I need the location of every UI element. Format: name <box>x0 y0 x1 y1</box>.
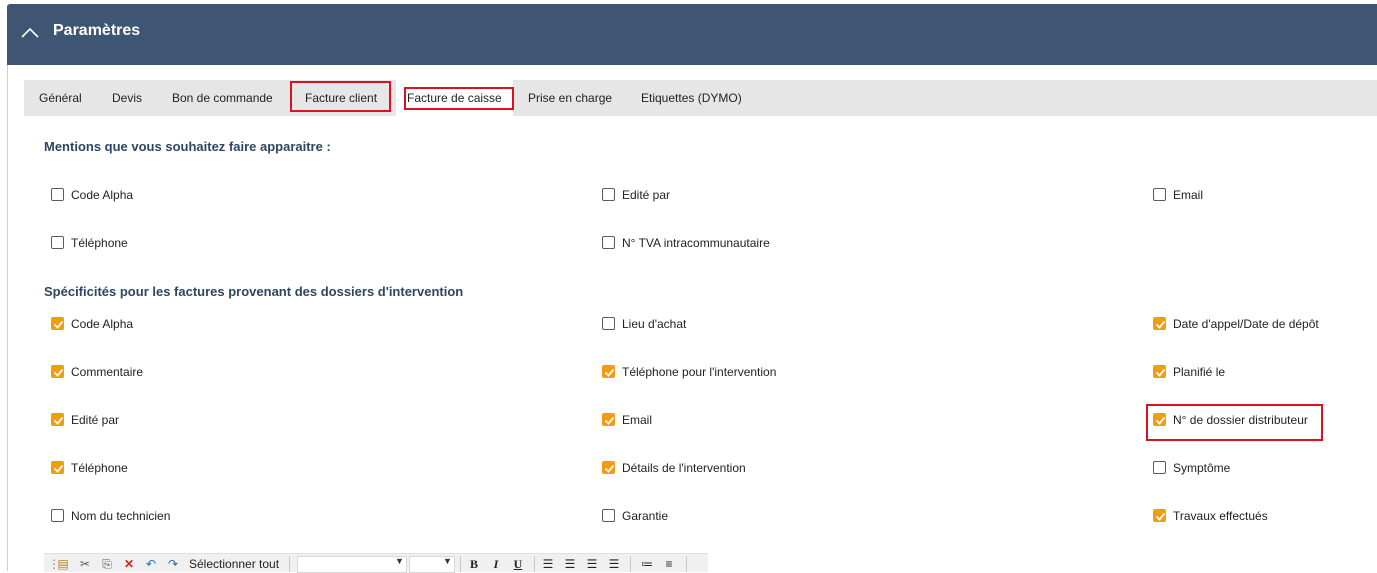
numbered-list-icon[interactable]: ≡ <box>662 556 676 572</box>
checkbox-label: Email <box>622 413 653 427</box>
chevron-down-icon[interactable]: ▼ <box>395 556 404 566</box>
checkbox[interactable] <box>51 509 64 522</box>
checkbox[interactable] <box>602 413 615 426</box>
checkbox-label: Commentaire <box>71 365 144 379</box>
font-family-dropdown[interactable] <box>297 556 407 573</box>
checkbox-label: N° de dossier distributeur <box>1173 413 1308 427</box>
panel-left-border <box>7 65 8 571</box>
checkbox-label: Symptôme <box>1173 461 1231 475</box>
panel-header[interactable]: Paramètres <box>7 4 1377 65</box>
underline-button[interactable]: U <box>511 556 525 572</box>
tab-facture-client[interactable]: Facture client <box>305 80 377 116</box>
checkbox-label: Edité par <box>622 188 671 202</box>
section-title-specificites: Spécificités pour les factures provenant… <box>44 284 464 299</box>
panel-title: Paramètres <box>53 22 141 39</box>
cut-icon[interactable]: ✂ <box>78 556 92 572</box>
italic-button[interactable]: I <box>489 556 503 572</box>
toolbar-separator <box>534 556 535 572</box>
checkbox[interactable] <box>1153 317 1166 330</box>
chevron-up-icon[interactable] <box>19 22 41 44</box>
checkbox[interactable] <box>602 509 615 522</box>
checkbox[interactable] <box>51 317 64 330</box>
checkbox[interactable] <box>1153 509 1166 522</box>
justify-icon[interactable]: ☰ <box>607 556 621 572</box>
tab-devis[interactable]: Devis <box>112 80 142 116</box>
tab-label: Facture de caisse <box>407 91 502 105</box>
checkbox-label: Téléphone <box>71 461 128 475</box>
tab-label: Devis <box>112 91 143 105</box>
tab-general[interactable]: Général <box>39 80 82 116</box>
tab-label: Général <box>39 91 82 105</box>
tab-facture-de-caisse[interactable]: Facture de caisse <box>396 80 513 116</box>
checkbox[interactable] <box>51 236 64 249</box>
tab-label: Facture client <box>305 91 378 105</box>
toolbar-separator <box>686 556 687 572</box>
checkbox-label: Edité par <box>71 413 120 427</box>
checkbox-label: Téléphone pour l'intervention <box>622 365 777 379</box>
chevron-down-icon[interactable]: ▼ <box>443 556 452 566</box>
tab-bon-de-commande[interactable]: Bon de commande <box>172 80 273 116</box>
checkbox[interactable] <box>602 236 615 249</box>
toolbar-separator <box>630 556 631 572</box>
checkbox[interactable] <box>602 461 615 474</box>
tab-etiquettes-dymo[interactable]: Etiquettes (DYMO) <box>641 80 742 116</box>
checkbox-label: Travaux effectués <box>1173 509 1268 523</box>
checkbox-label: Email <box>1173 188 1204 202</box>
tab-bar: Général Devis Bon de commande Facture cl… <box>24 80 1377 116</box>
checkbox-label: Nom du technicien <box>71 509 171 523</box>
checkbox-label: Code Alpha <box>71 188 134 202</box>
checkbox[interactable] <box>1153 188 1166 201</box>
checkbox[interactable] <box>1153 365 1166 378</box>
checkbox-label: Code Alpha <box>71 317 134 331</box>
checkbox-label: Téléphone <box>71 236 128 250</box>
section-title-mentions: Mentions que vous souhaitez faire appara… <box>44 139 331 154</box>
paste-icon[interactable]: ▤ <box>56 556 70 572</box>
toolbar-separator <box>289 556 290 572</box>
checkbox[interactable] <box>51 461 64 474</box>
editor-toolbar: ⋮ ▤ ✂ ⎘ ✕ ↶ ↷ Sélectionner tout ▼ ▼ B I … <box>44 553 708 573</box>
select-all-button[interactable]: Sélectionner tout <box>189 556 279 572</box>
checkbox[interactable] <box>51 365 64 378</box>
checkbox-label: Lieu d'achat <box>622 317 687 331</box>
checkbox[interactable] <box>602 365 615 378</box>
tab-label: Etiquettes (DYMO) <box>641 91 742 105</box>
tab-label: Prise en charge <box>528 91 613 105</box>
toolbar-separator <box>460 556 461 572</box>
checkbox[interactable] <box>602 317 615 330</box>
align-left-icon[interactable]: ☰ <box>541 556 555 572</box>
checkbox[interactable] <box>1153 413 1166 426</box>
align-right-icon[interactable]: ☰ <box>585 556 599 572</box>
align-center-icon[interactable]: ☰ <box>563 556 577 572</box>
copy-icon[interactable]: ⎘ <box>100 556 114 572</box>
redo-icon[interactable]: ↷ <box>166 556 180 572</box>
checkbox-label: Garantie <box>622 509 669 523</box>
tab-prise-en-charge[interactable]: Prise en charge <box>528 80 612 116</box>
undo-icon[interactable]: ↶ <box>144 556 158 572</box>
checkbox-label: Détails de l'intervention <box>622 461 746 475</box>
bullet-list-icon[interactable]: ≔ <box>640 556 654 572</box>
checkbox-label: Planifié le <box>1173 365 1226 379</box>
checkbox-label: N° TVA intracommunautaire <box>622 236 770 250</box>
checkbox-label: Date d'appel/Date de dépôt <box>1173 317 1319 331</box>
tab-label: Bon de commande <box>172 91 273 105</box>
checkbox[interactable] <box>51 413 64 426</box>
checkbox[interactable] <box>602 188 615 201</box>
bold-button[interactable]: B <box>467 556 481 572</box>
delete-icon[interactable]: ✕ <box>122 556 136 572</box>
checkbox[interactable] <box>51 188 64 201</box>
checkbox[interactable] <box>1153 461 1166 474</box>
